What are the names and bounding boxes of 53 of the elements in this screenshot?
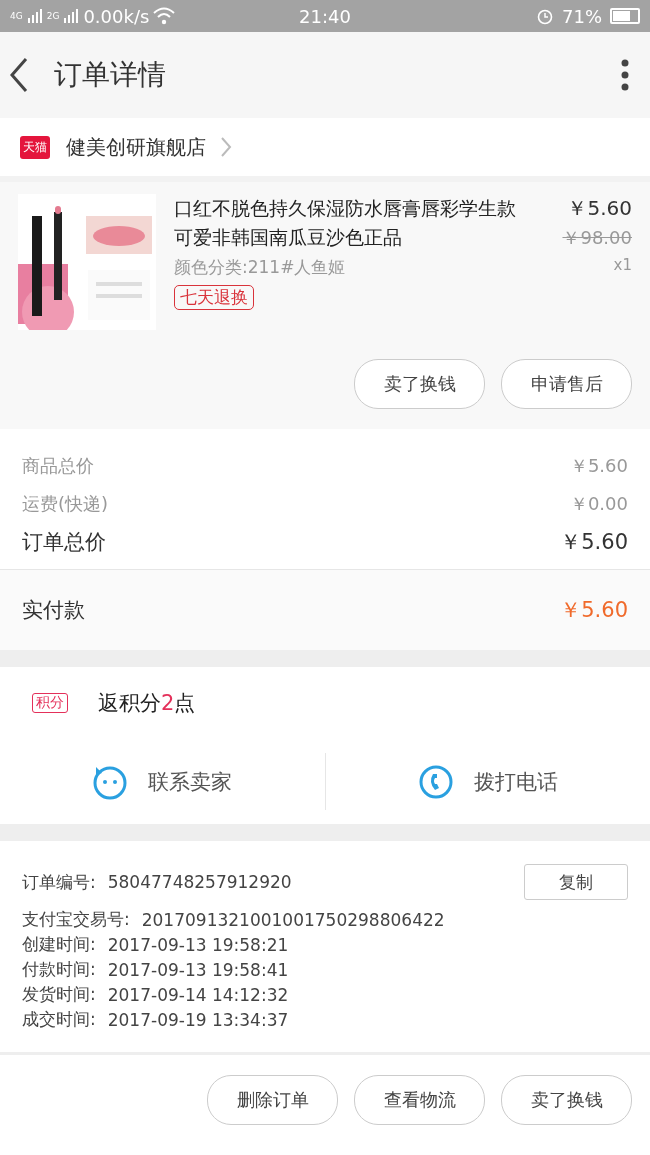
action-button[interactable]: 查看物流 bbox=[354, 1075, 485, 1125]
network-label: 2G bbox=[46, 11, 60, 21]
signal-icon bbox=[26, 8, 43, 24]
points-badge: 积分 bbox=[32, 693, 68, 713]
paid-label: 实付款 bbox=[22, 597, 85, 624]
info-value: 58047748257912920 bbox=[107, 872, 293, 892]
network-speed: 0.00k/s bbox=[83, 5, 150, 27]
info-value: 2017-09-13 19:58:41 bbox=[107, 959, 290, 980]
info-label: 成交时间: bbox=[22, 1008, 96, 1031]
summary-label: 运费(快递) bbox=[22, 492, 109, 516]
info-value: 2017-09-19 13:34:37 bbox=[107, 1009, 290, 1030]
page-title: 订单详情 bbox=[54, 57, 167, 93]
network-label: 4G bbox=[10, 11, 23, 21]
signal-icon bbox=[63, 8, 80, 24]
more-icon[interactable] bbox=[620, 58, 630, 92]
quantity: x1 bbox=[612, 256, 632, 274]
chevron-icon bbox=[220, 136, 232, 158]
phone-icon bbox=[417, 763, 454, 800]
contact-button[interactable]: 联系卖家 bbox=[148, 767, 233, 796]
info-label: 付款时间: bbox=[22, 958, 96, 981]
original-price: ￥98.00 bbox=[561, 226, 632, 250]
action-button[interactable]: 申请售后 bbox=[501, 359, 632, 409]
price: ￥5.60 bbox=[566, 195, 632, 222]
alarm-icon bbox=[536, 7, 554, 25]
wifi-icon bbox=[153, 7, 176, 25]
action-button[interactable]: 卖了换钱 bbox=[354, 359, 485, 409]
store-name: 健美创研旗舰店 bbox=[66, 133, 206, 161]
info-value: 2017-09-14 14:12:32 bbox=[107, 984, 290, 1005]
summary-label: 订单总价 bbox=[22, 529, 106, 556]
action-button[interactable]: 删除订单 bbox=[207, 1075, 338, 1125]
summary-value: ￥5.60 bbox=[569, 454, 628, 478]
product-title: 口红不脱色持久保湿防水唇膏唇彩学生款可爱非韩国南瓜豆沙色正品 bbox=[174, 196, 517, 250]
info-label: 创建时间: bbox=[22, 933, 96, 956]
paid-amount: ￥5.60 bbox=[560, 597, 628, 624]
battery-icon bbox=[610, 8, 640, 24]
battery-percent: 71% bbox=[562, 5, 602, 27]
product-variant: 颜色分类:211#人鱼姬 bbox=[174, 256, 346, 279]
copy-button[interactable]: 复制 bbox=[524, 864, 628, 900]
return-policy-tag: 七天退换 bbox=[174, 285, 254, 310]
contact-button[interactable]: 拨打电话 bbox=[473, 767, 558, 796]
points-text: 返积分2点 bbox=[98, 690, 196, 717]
info-value: 2017-09-13 19:58:21 bbox=[107, 934, 290, 955]
info-value: 2017091321001001750298806422 bbox=[141, 909, 446, 930]
info-label: 发货时间: bbox=[22, 983, 96, 1006]
info-label: 支付宝交易号: bbox=[22, 908, 130, 931]
info-label: 订单编号: bbox=[22, 870, 96, 894]
clock-time: 21:40 bbox=[299, 5, 351, 27]
summary-value: ￥5.60 bbox=[560, 529, 628, 556]
action-button[interactable]: 卖了换钱 bbox=[501, 1075, 632, 1125]
back-icon[interactable] bbox=[8, 57, 30, 93]
summary-value: ￥0.00 bbox=[569, 492, 628, 516]
summary-label: 商品总价 bbox=[22, 454, 94, 478]
store-badge: 天猫 bbox=[20, 135, 50, 159]
